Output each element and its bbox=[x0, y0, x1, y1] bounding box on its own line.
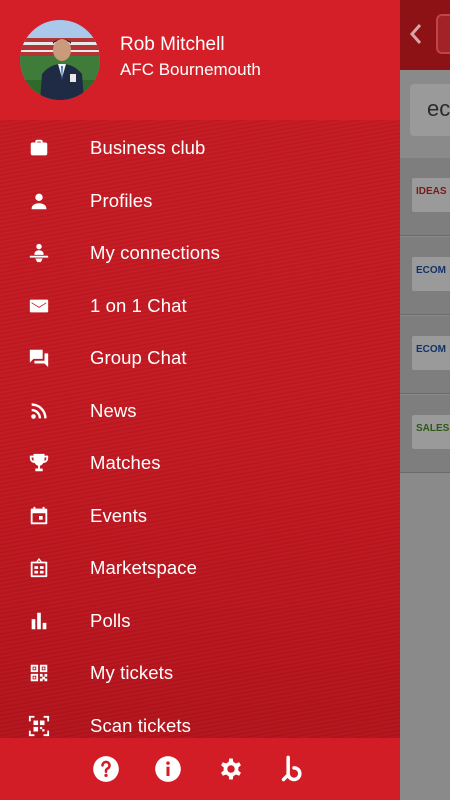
menu-label: Profiles bbox=[90, 189, 153, 211]
menu-item-group-chat[interactable]: Group Chat bbox=[0, 332, 400, 385]
menu-label: My connections bbox=[90, 242, 220, 263]
menu-label: Business club bbox=[90, 137, 206, 158]
background-toolbar bbox=[400, 0, 450, 70]
menu-label: Polls bbox=[90, 609, 131, 631]
forum-icon bbox=[28, 347, 50, 369]
list-item: SALES bbox=[400, 395, 450, 473]
menu-item-my-connections[interactable]: My connections bbox=[0, 227, 400, 280]
calendar-icon bbox=[28, 505, 50, 527]
menu-label: Scan tickets bbox=[90, 714, 191, 736]
list-item: ECOM bbox=[400, 237, 450, 315]
drawer-header: Rob Mitchell AFC Bournemouth bbox=[0, 0, 400, 120]
briefcase-icon bbox=[28, 137, 50, 159]
menu-item-polls[interactable]: Polls bbox=[0, 595, 400, 648]
bar-chart-icon bbox=[28, 610, 50, 632]
brand-b-icon[interactable] bbox=[280, 755, 308, 783]
menu-item-business-club[interactable]: Business club bbox=[0, 122, 400, 175]
menu-label: Group Chat bbox=[90, 347, 187, 368]
background-search-text: ec bbox=[427, 96, 450, 121]
menu-label: Matches bbox=[90, 452, 161, 473]
menu-item-my-tickets[interactable]: My tickets bbox=[0, 647, 400, 700]
menu-label: 1 on 1 Chat bbox=[90, 294, 187, 316]
drawer-footer bbox=[0, 738, 400, 800]
rss-icon bbox=[28, 400, 50, 422]
menu-item-news[interactable]: News bbox=[0, 385, 400, 438]
user-club: AFC Bournemouth bbox=[120, 60, 261, 79]
trophy-icon bbox=[28, 452, 50, 474]
menu-item-marketspace[interactable]: Marketspace bbox=[0, 542, 400, 595]
menu-label: Events bbox=[90, 504, 148, 526]
user-name: Rob Mitchell bbox=[120, 34, 225, 55]
person-icon bbox=[28, 190, 50, 212]
navigation-drawer: Rob Mitchell AFC Bournemouth Business cl… bbox=[0, 0, 400, 800]
menu-label: Marketspace bbox=[90, 557, 198, 578]
mail-icon bbox=[28, 295, 50, 317]
list-item: IDEAS bbox=[400, 158, 450, 236]
menu-label: News bbox=[90, 399, 137, 421]
club-logo bbox=[436, 14, 450, 54]
drawer-menu: Business club Profiles My connections 1 … bbox=[0, 122, 400, 752]
menu-label: My tickets bbox=[90, 662, 174, 683]
store-icon bbox=[28, 557, 50, 579]
settings-icon[interactable] bbox=[217, 755, 245, 783]
info-icon[interactable] bbox=[154, 755, 182, 783]
list-item: ECOM bbox=[400, 316, 450, 394]
qr-code-icon bbox=[28, 662, 50, 684]
menu-item-profiles[interactable]: Profiles bbox=[0, 175, 400, 228]
menu-item-events[interactable]: Events bbox=[0, 490, 400, 543]
qr-scan-icon bbox=[28, 715, 50, 737]
menu-item-matches[interactable]: Matches bbox=[0, 437, 400, 490]
menu-item-1-on-1-chat[interactable]: 1 on 1 Chat bbox=[0, 280, 400, 333]
help-icon[interactable] bbox=[92, 755, 120, 783]
back-arrow-icon bbox=[409, 24, 422, 44]
avatar[interactable] bbox=[20, 20, 100, 100]
connections-icon bbox=[28, 242, 50, 264]
avatar-photo bbox=[20, 20, 100, 100]
